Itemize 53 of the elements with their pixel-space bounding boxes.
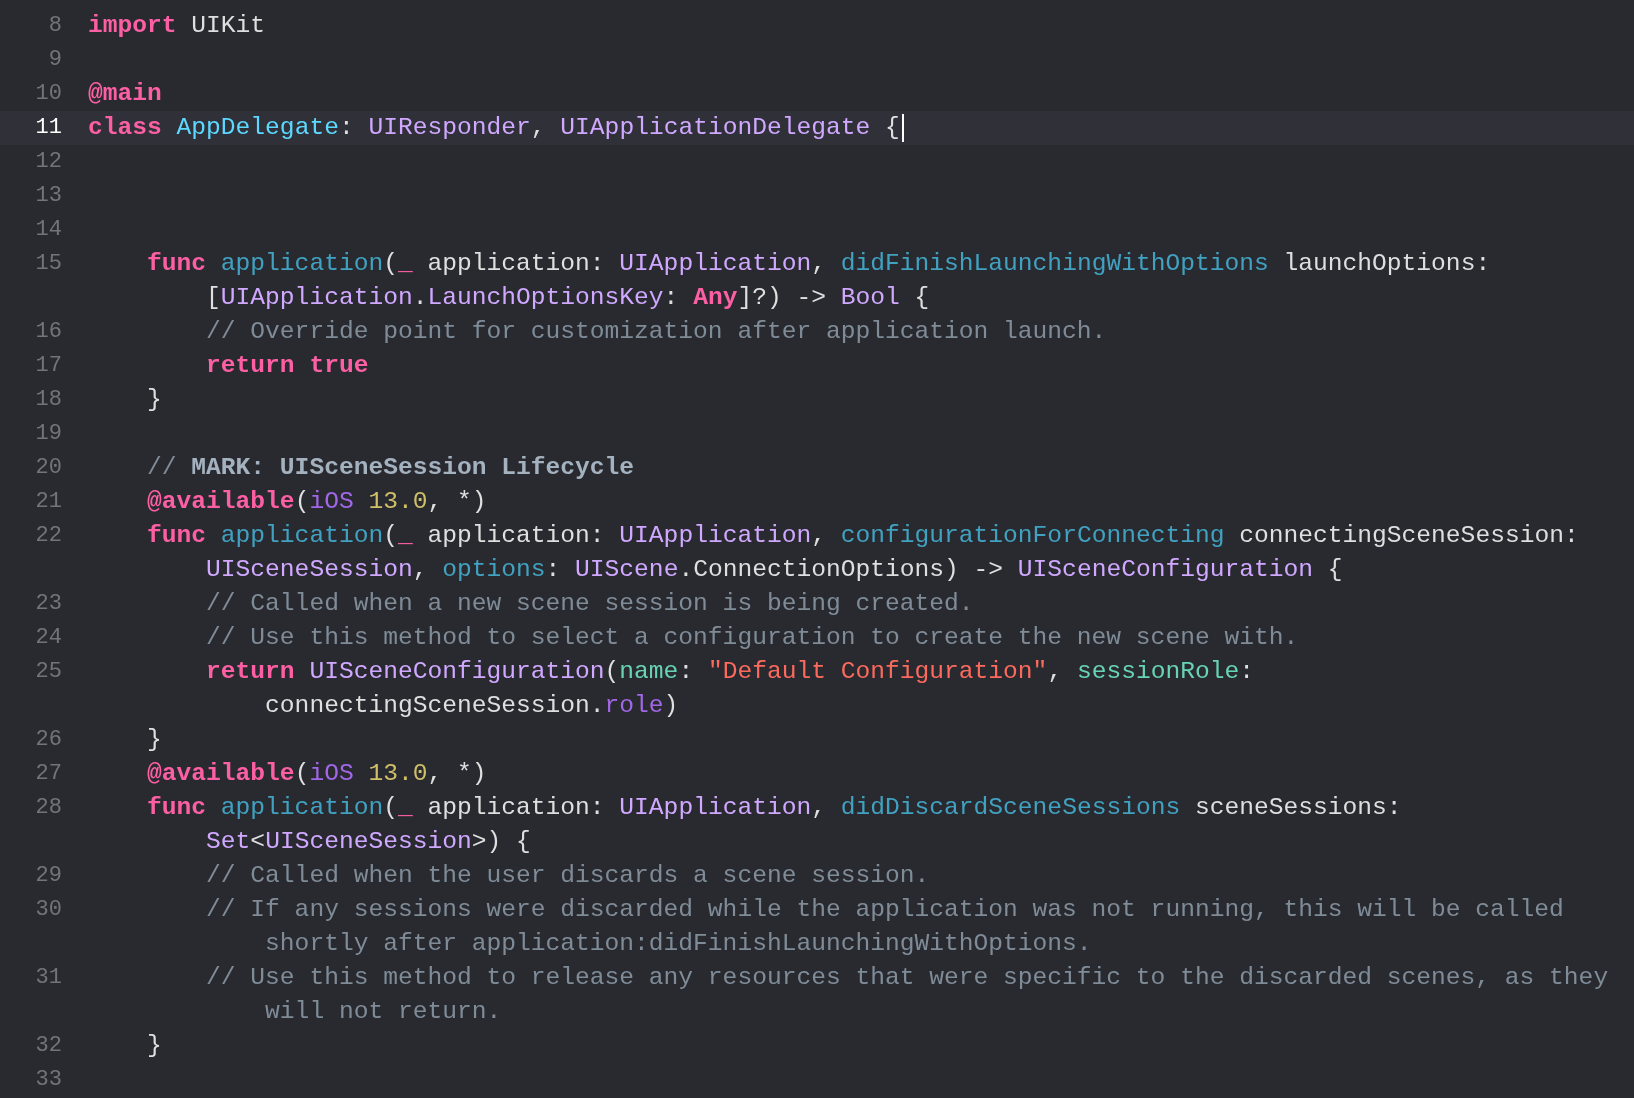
code-line: // If any sessions were discarded while the application was not running, this will be called <box>205 895 1564 925</box>
text-cursor <box>901 114 904 142</box>
line-number: 30 <box>34 896 62 924</box>
line-number: 9 <box>47 46 62 74</box>
code-line: will not return. <box>264 997 502 1027</box>
line-number: 24 <box>34 624 62 652</box>
line-number: 13 <box>34 182 62 210</box>
line-number: 29 <box>34 862 62 890</box>
code-line: @main <box>88 79 162 109</box>
code-line: shortly after application:didFinishLaunchingWithOptions. <box>264 929 1092 959</box>
code-line: return UISceneConfiguration(name: "Default Configuration", sessionRole: <box>205 657 1255 687</box>
code-line: } <box>146 385 162 415</box>
code-line: } <box>146 725 162 755</box>
line-number: 26 <box>34 726 62 754</box>
line-number: 20 <box>34 454 62 482</box>
line-number: 23 <box>34 590 62 618</box>
line-number: 15 <box>34 250 62 278</box>
line-number: 16 <box>34 318 62 346</box>
code-line: func application(_ application: UIApplication, configurationForConnecting connectingSceneSession: <box>146 521 1579 551</box>
line-number: 12 <box>34 148 62 176</box>
code-line: // MARK: UISceneSession Lifecycle <box>146 453 635 483</box>
code-line: import UIKit <box>88 11 266 41</box>
line-number: 8 <box>47 12 62 40</box>
code-line: func application(_ application: UIApplication, didDiscardSceneSessions sceneSessions: <box>146 793 1402 823</box>
line-number: 21 <box>34 488 62 516</box>
line-number: 31 <box>34 964 62 992</box>
line-number: 10 <box>34 80 62 108</box>
code-line: // Use this method to select a configuration to create the new scene with. <box>205 623 1299 653</box>
code-line: // Called when a new scene session is being created. <box>205 589 974 619</box>
code-line: // Called when the user discards a scene session. <box>205 861 930 891</box>
line-number: 22 <box>34 522 62 550</box>
line-number: 11 <box>34 114 62 142</box>
code-line: func application(_ application: UIApplication, didFinishLaunchingWithOptions launchOptions: <box>146 249 1491 279</box>
code-line: // Override point for customization after application launch. <box>205 317 1107 347</box>
code-line: [UIApplication.LaunchOptionsKey: Any]?) -> Bool { <box>205 283 930 313</box>
code-line: UISceneSession, options: UIScene.ConnectionOptions) -> UISceneConfiguration { <box>205 555 1343 585</box>
line-number: 32 <box>34 1032 62 1060</box>
line-number: 18 <box>34 386 62 414</box>
code-line: connectingSceneSession.role) <box>264 691 679 721</box>
line-number: 27 <box>34 760 62 788</box>
line-number: 14 <box>34 216 62 244</box>
line-number: 28 <box>34 794 62 822</box>
line-number: 17 <box>34 352 62 380</box>
line-number: 33 <box>34 1066 62 1094</box>
code-line: class AppDelegate: UIResponder, UIApplicationDelegate { <box>88 111 904 145</box>
line-number: 19 <box>34 420 62 448</box>
code-line: @available(iOS 13.0, *) <box>146 487 487 517</box>
code-line: return true <box>205 351 369 381</box>
code-line: } <box>146 1031 162 1061</box>
code-line: // Use this method to release any resources that were specific to the discarded scenes, as they <box>205 963 1609 993</box>
code-line: @available(iOS 13.0, *) <box>146 759 487 789</box>
code-line: Set<UISceneSession>) { <box>205 827 531 857</box>
line-number: 25 <box>34 658 62 686</box>
